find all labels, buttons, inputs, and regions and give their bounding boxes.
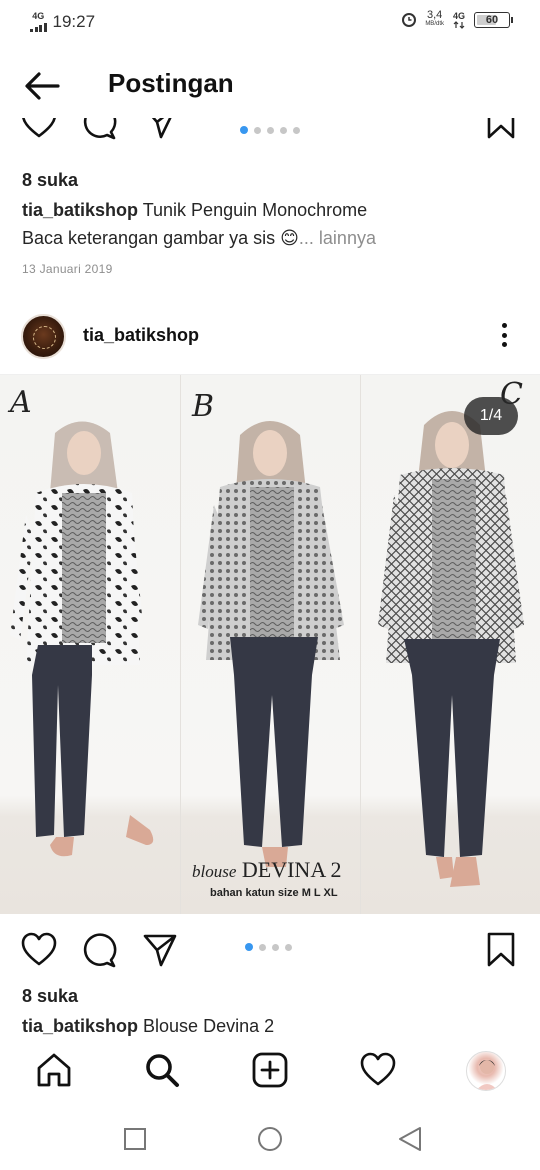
comment-bubble-icon <box>83 933 117 968</box>
nav-activity[interactable] <box>359 1052 397 1093</box>
variant-label-b: B <box>192 389 215 424</box>
caption-username[interactable]: tia_batikshop <box>22 200 138 220</box>
post-caption-line2: Baca keterangan gambar ya sis 😊... lainn… <box>22 228 376 249</box>
system-nav-bar <box>0 1106 540 1170</box>
network-type-right: 4G <box>452 10 465 21</box>
likes-count[interactable]: 8 suka <box>22 986 78 1007</box>
previous-post-actions <box>0 118 540 152</box>
heart-icon <box>22 118 56 138</box>
caption-text: Blouse Devina 2 <box>138 1016 275 1036</box>
network-indicator-right: 4G <box>452 10 465 29</box>
post-caption: tia_batikshop Tunik Penguin Monochrome <box>22 200 367 221</box>
post-header: tia_batikshop <box>0 312 540 372</box>
back-system-button[interactable] <box>396 1126 424 1159</box>
panel-divider <box>180 375 181 914</box>
app-header: Postingan <box>0 54 540 118</box>
save-button[interactable] <box>486 932 516 973</box>
overlay-subtitle: bahan katun size M L XL <box>210 887 338 899</box>
triangle-back-icon <box>399 1127 421 1151</box>
post-image[interactable]: A B C 1/4 blouse DEVINA 2 bahan katun si… <box>0 374 540 914</box>
post-username[interactable]: tia_batikshop <box>83 325 199 346</box>
image-counter-badge: 1/4 <box>464 397 518 435</box>
like-button[interactable] <box>20 118 58 145</box>
nav-home[interactable] <box>35 1052 73 1093</box>
more-link[interactable]: ... lainnya <box>299 228 376 248</box>
share-button[interactable] <box>142 118 178 145</box>
status-bar: 4G 19:27 3,4 MB/dtk 4G 60 <box>0 0 540 44</box>
share-button[interactable] <box>142 932 178 973</box>
data-speed-unit: MB/dtk <box>425 21 444 27</box>
send-paper-plane-icon <box>143 934 177 967</box>
comment-bubble-icon <box>83 118 117 140</box>
carousel-dot <box>240 126 248 134</box>
signal-icon <box>30 21 47 32</box>
kebab-menu-icon[interactable] <box>496 320 512 350</box>
carousel-indicator <box>240 126 300 134</box>
add-post-icon <box>252 1052 288 1088</box>
bookmark-icon <box>487 118 515 139</box>
network-indicator: 4G <box>30 12 47 32</box>
nav-add[interactable] <box>251 1052 289 1093</box>
model-c <box>378 411 524 887</box>
bottom-nav <box>0 1040 540 1102</box>
alarm-icon <box>402 13 417 27</box>
status-left: 4G 19:27 <box>30 12 95 32</box>
circle-icon <box>258 1127 282 1151</box>
bookmark-icon <box>487 932 515 967</box>
product-photo <box>10 411 524 887</box>
post-actions <box>0 928 540 972</box>
panel-divider <box>360 375 361 914</box>
model-a <box>10 421 154 857</box>
variant-label-a: A <box>10 385 32 420</box>
carousel-dot <box>285 943 292 951</box>
nav-search[interactable] <box>143 1052 181 1093</box>
model-b <box>198 421 344 867</box>
carousel-indicator <box>245 943 292 951</box>
battery-icon: 60 <box>474 12 513 28</box>
status-right: 3,4 MB/dtk 4G 60 <box>402 9 513 29</box>
carousel-dot <box>272 943 279 951</box>
page-title: Postingan <box>108 68 234 98</box>
recent-apps-button[interactable] <box>122 1126 148 1157</box>
search-icon <box>146 1054 179 1087</box>
data-arrows-icon <box>453 20 465 29</box>
send-paper-plane-icon <box>151 118 172 139</box>
carousel-dot <box>267 126 274 134</box>
home-icon <box>37 1053 71 1087</box>
clock: 19:27 <box>52 12 96 31</box>
like-button[interactable] <box>20 932 58 973</box>
data-speed-value: 3,4 <box>427 9 443 21</box>
caption-text: Tunik Penguin Monochrome <box>138 200 368 220</box>
comment-button[interactable] <box>80 118 118 145</box>
battery-level: 60 <box>485 14 499 26</box>
overlay-title-name: DEVINA 2 <box>241 857 342 882</box>
square-icon <box>124 1128 146 1150</box>
back-button[interactable] <box>22 70 62 102</box>
avatar <box>476 1060 498 1090</box>
overlay-title: blouse DEVINA 2 <box>192 857 342 883</box>
likes-count[interactable]: 8 suka <box>22 170 78 191</box>
data-speed: 3,4 MB/dtk <box>425 9 444 29</box>
carousel-dot <box>259 943 266 951</box>
comment-button[interactable] <box>80 932 118 973</box>
heart-icon <box>21 932 57 966</box>
carousel-dot <box>254 126 261 134</box>
profile-avatar[interactable] <box>466 1051 506 1091</box>
post-date: 13 Januari 2019 <box>22 262 113 276</box>
avatar[interactable] <box>21 314 66 359</box>
overlay-title-script: blouse <box>192 862 237 881</box>
caption-text-line2: Baca keterangan gambar ya sis 😊 <box>22 228 299 248</box>
post-caption: tia_batikshop Blouse Devina 2 <box>22 1016 274 1037</box>
home-system-button[interactable] <box>256 1126 284 1159</box>
carousel-dot <box>293 126 300 134</box>
network-type-left: 4G <box>32 11 45 21</box>
arrow-left-icon <box>25 72 60 100</box>
carousel-dot <box>280 126 287 134</box>
save-button[interactable] <box>486 118 516 145</box>
carousel-dot <box>245 943 253 951</box>
heart-icon <box>360 1052 396 1086</box>
caption-username[interactable]: tia_batikshop <box>22 1016 138 1036</box>
